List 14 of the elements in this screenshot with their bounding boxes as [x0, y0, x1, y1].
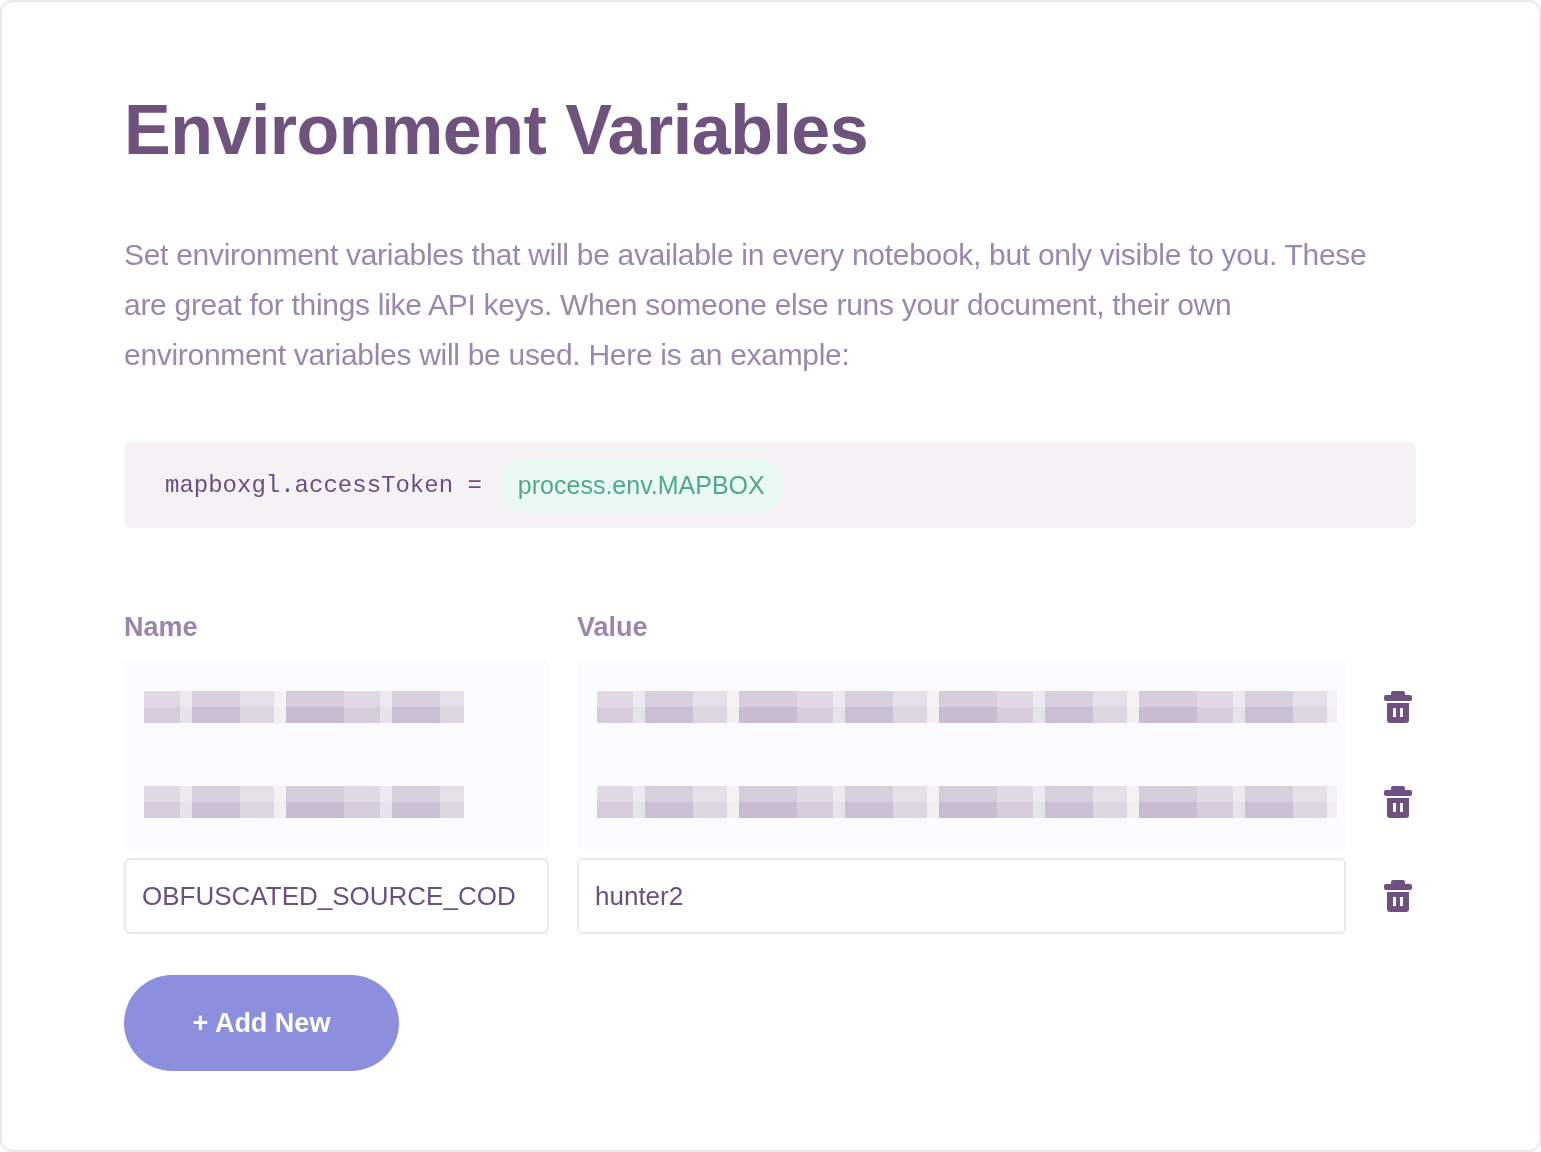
delete-button[interactable] — [1384, 690, 1412, 723]
trash-icon — [1384, 880, 1412, 912]
column-header: Value — [577, 611, 649, 643]
delete-button[interactable] — [1384, 880, 1412, 912]
name-input[interactable]: OBFUSCATED_SOURCE_COD — [124, 858, 549, 934]
delete-button[interactable] — [1384, 785, 1412, 818]
code-text: mapboxgl.accessToken = — [165, 471, 482, 499]
env-token: process.env.MAPBOX — [498, 457, 784, 513]
description-text: Set environment variables that will be available in every notebook, but only visible to you. These are great for things like API keys. When someone else runs your document, their own environment variables will be used. Here is an example: — [124, 237, 1368, 373]
trash-icon — [1384, 785, 1412, 818]
page-title: Environment Variables — [124, 90, 869, 171]
column-header: Name — [124, 611, 199, 643]
trash-icon — [1384, 690, 1412, 723]
value-input[interactable]: hunter2 — [577, 858, 1346, 934]
